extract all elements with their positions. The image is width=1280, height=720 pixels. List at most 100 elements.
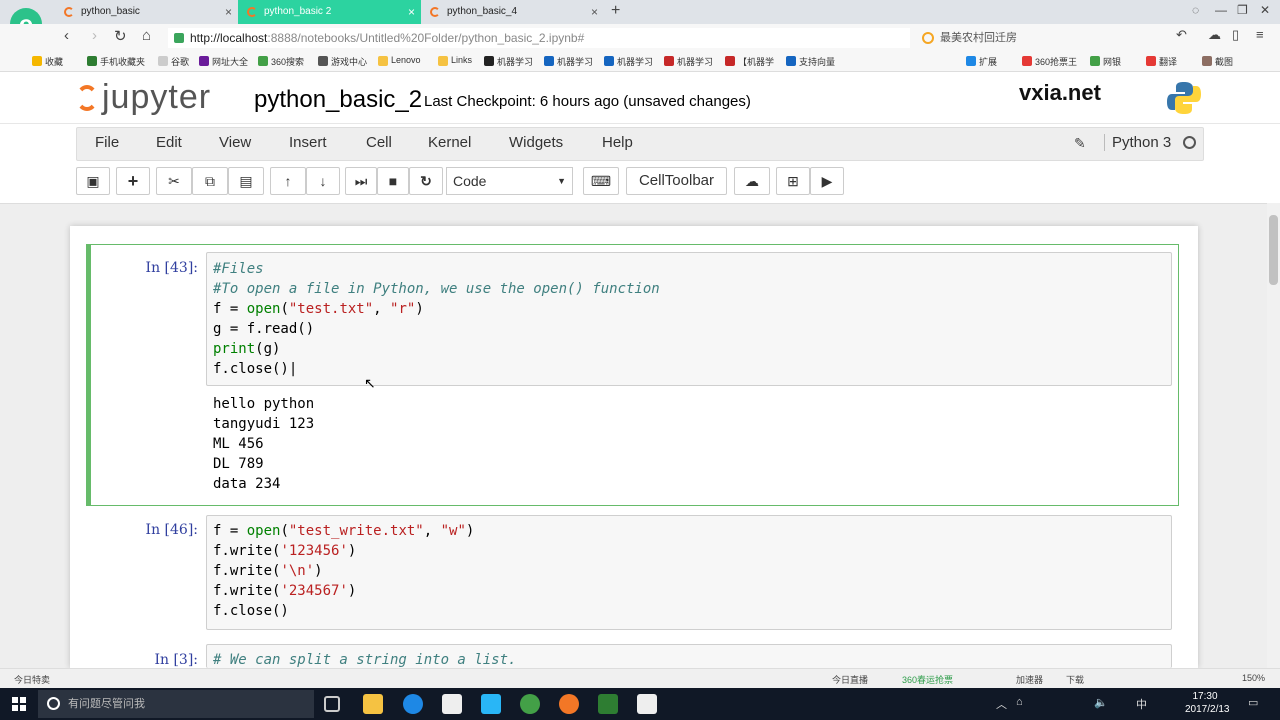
phone-icon[interactable]: ▯ (1232, 27, 1239, 43)
bookmark-item[interactable]: 【机器学 (725, 55, 774, 68)
zoom-level[interactable]: 150% (1242, 673, 1265, 683)
menu-edit[interactable]: Edit (156, 134, 182, 151)
menu-widgets[interactable]: Widgets (509, 134, 563, 151)
menu-help[interactable]: Help (602, 134, 633, 151)
status-ticket[interactable]: 360春运抢票 (902, 673, 953, 686)
cut-button[interactable]: ✂ (156, 167, 192, 195)
file-explorer-icon[interactable] (363, 694, 383, 714)
bookmark-item[interactable]: 截图 (1202, 55, 1233, 68)
volume-icon[interactable]: 🔈 (1094, 696, 1108, 709)
tab-python-basic-2[interactable]: python_basic 2 × (238, 0, 421, 24)
code-source[interactable]: f = open("test_write.txt", "w") f.write(… (213, 521, 474, 621)
bookmark-item[interactable]: Links (438, 55, 472, 66)
undo-icon[interactable]: ↶ (1176, 27, 1187, 43)
cloud-icon[interactable]: ☁ (1208, 27, 1221, 43)
bookmark-item[interactable]: 翻译 (1146, 55, 1177, 68)
stop-icon: ■ (388, 173, 398, 189)
app-icon[interactable] (481, 694, 501, 714)
skin-icon[interactable]: ◌ (1192, 3, 1199, 17)
bookmark-item[interactable]: 收藏 (32, 55, 63, 68)
ime-indicator[interactable]: 中 (1136, 696, 1147, 712)
task-view-icon[interactable] (324, 696, 340, 712)
back-icon[interactable]: ‹ (64, 27, 69, 44)
gift-button[interactable]: ⊞ (776, 167, 810, 195)
code-source[interactable]: #Files #To open a file in Python, we use… (213, 259, 660, 379)
system-clock[interactable]: 17:30 2017/2/13 (1185, 690, 1230, 716)
bookmark-item[interactable]: 扩展 (966, 55, 997, 68)
close-icon[interactable]: × (408, 0, 415, 24)
upload-button[interactable]: ☁ (734, 167, 770, 195)
bookmark-item[interactable]: 机器学习 (544, 55, 593, 68)
reload-icon[interactable]: ↻ (114, 27, 127, 45)
menu-view[interactable]: View (219, 134, 251, 151)
save-icon: ▣ (86, 173, 100, 189)
forward-icon[interactable]: › (92, 27, 97, 44)
bookmark-item[interactable]: 机器学习 (664, 55, 713, 68)
code-source[interactable]: # We can split a string into a list. (213, 650, 516, 668)
bookmark-item[interactable]: 谷歌 (158, 55, 189, 68)
notebook-name[interactable]: python_basic_2 (254, 86, 422, 114)
bookmark-item[interactable]: 360搜索 (258, 55, 304, 68)
restart-button[interactable]: ↻ (409, 167, 443, 195)
menu-insert[interactable]: Insert (289, 134, 327, 151)
paste-button[interactable]: ▤ (228, 167, 264, 195)
tab-label: python_basic 2 (264, 6, 332, 17)
edge-icon[interactable] (403, 694, 423, 714)
home-icon[interactable]: ⌂ (142, 27, 151, 44)
status-accelerator[interactable]: 加速器 (1016, 673, 1043, 686)
search-field[interactable]: 最美农村回迁房 (918, 28, 1164, 48)
jupyter-logo[interactable]: jupyter (76, 80, 211, 114)
scrollbar[interactable] (1267, 203, 1280, 668)
move-up-button[interactable]: ↑ (270, 167, 306, 195)
url-field[interactable]: http://localhost:8888/notebooks/Untitled… (168, 28, 910, 48)
insert-cell-button[interactable]: + (116, 167, 150, 195)
close-icon[interactable]: × (225, 0, 232, 24)
close-window-icon[interactable]: ✕ (1260, 3, 1270, 17)
jupyter-favicon-icon (247, 7, 257, 17)
menu-file[interactable]: File (95, 134, 119, 151)
bookmark-item[interactable]: 游戏中心 (318, 55, 367, 68)
close-icon[interactable]: × (591, 0, 598, 24)
cortana-search-box[interactable]: 有问题尽管问我 (38, 690, 314, 718)
bookmark-item[interactable]: 网址大全 (199, 55, 248, 68)
run-button[interactable]: ⏭ (345, 167, 377, 195)
jupyter-app-icon[interactable] (559, 694, 579, 714)
cloud-upload-icon: ☁ (745, 173, 759, 189)
interrupt-button[interactable]: ■ (377, 167, 409, 195)
store-icon[interactable] (442, 694, 462, 714)
browser-360-icon[interactable] (520, 694, 540, 714)
scrollbar-thumb[interactable] (1269, 215, 1278, 285)
move-down-button[interactable]: ↓ (306, 167, 340, 195)
save-button[interactable]: ▣ (76, 167, 110, 195)
bookmark-item[interactable]: 手机收藏夹 (87, 55, 145, 68)
minimize-icon[interactable]: — (1215, 3, 1227, 17)
windows-start-icon[interactable] (12, 697, 26, 711)
tray-chevron-icon[interactable]: ︿ (996, 696, 1007, 712)
notification-icon[interactable]: ▭ (1248, 696, 1258, 709)
camtasia-icon[interactable] (598, 694, 618, 714)
tray-network-icon[interactable]: ⌂ (1016, 696, 1023, 708)
copy-button[interactable]: ⧉ (192, 167, 228, 195)
command-palette-button[interactable]: ⌨ (583, 167, 619, 195)
menu-kernel[interactable]: Kernel (428, 134, 471, 151)
bookmark-item[interactable]: 网银 (1090, 55, 1121, 68)
recorder-icon[interactable] (637, 694, 657, 714)
status-deals[interactable]: 今日特卖 (14, 673, 50, 686)
bookmark-item[interactable]: 机器学习 (484, 55, 533, 68)
status-live[interactable]: 今日直播 (832, 673, 868, 686)
menu-icon[interactable]: ≡ (1256, 27, 1264, 42)
restore-icon[interactable]: ❐ (1237, 3, 1248, 17)
tab-python-basic-4[interactable]: python_basic_4 × (421, 0, 604, 24)
new-tab-button[interactable]: + (611, 2, 620, 20)
status-download[interactable]: 下载 (1066, 673, 1084, 686)
bookmark-item[interactable]: 支持向量 (786, 55, 835, 68)
cell-type-select[interactable]: Code ▼ (446, 167, 573, 195)
bookmark-item[interactable]: 机器学习 (604, 55, 653, 68)
celltoolbar-button[interactable]: CellToolbar (626, 167, 727, 195)
tab-python-basic[interactable]: python_basic × (55, 0, 238, 24)
bookmark-item[interactable]: Lenovo (378, 55, 421, 66)
menu-cell[interactable]: Cell (366, 134, 392, 151)
video-button[interactable]: ▶ (810, 167, 844, 195)
bookmark-item[interactable]: 360抢票王 (1022, 55, 1077, 68)
tab-label: python_basic_4 (447, 6, 518, 17)
